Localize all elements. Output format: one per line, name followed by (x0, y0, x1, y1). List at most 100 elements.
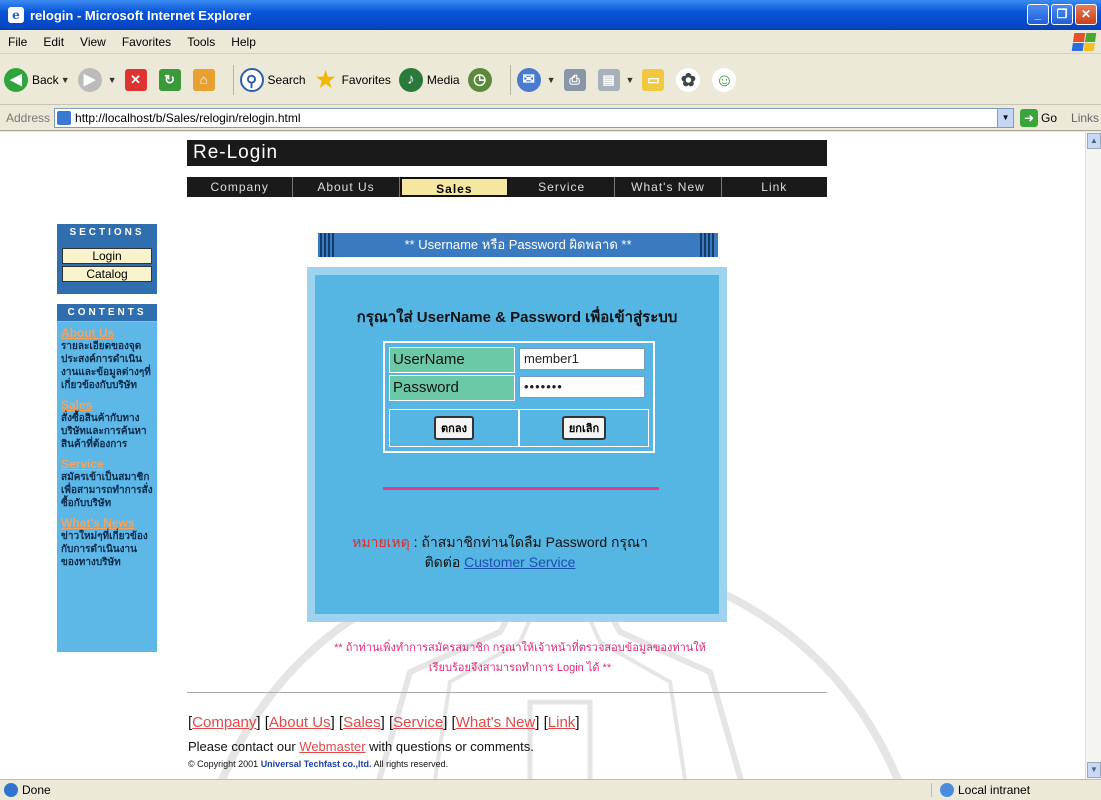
menu-tools[interactable]: Tools (179, 35, 223, 49)
maximize-icon: ❐ (1056, 7, 1068, 21)
stop-button[interactable]: ✕ (124, 68, 151, 91)
minimize-icon: _ (1034, 7, 1042, 21)
footer-link-whats-new[interactable]: What's New (456, 714, 536, 731)
footer-link-link[interactable]: Link (548, 714, 576, 731)
nav-company[interactable]: Company (187, 177, 294, 197)
edit-button[interactable]: ▤ ▼ (597, 68, 634, 91)
research-icon: ✿ (676, 67, 701, 92)
forward-button[interactable]: ▶ ▼ (77, 67, 117, 92)
favorites-button[interactable]: ★ Favorites (314, 66, 391, 92)
banner-stripes (320, 233, 336, 257)
research-button[interactable]: ✿ (676, 67, 704, 92)
scroll-up-icon[interactable]: ▲ (1087, 133, 1101, 149)
forward-arrow-icon: ▶ (77, 67, 102, 92)
contents-box: About Us รายละเอียดของจุดประสงค์การดำเนิ… (57, 322, 157, 652)
contents-desc: สั่งซื้อสินค้ากับทางบริษัทและการค้นหาสิน… (61, 413, 147, 450)
contents-link-whats-news[interactable]: What's News (61, 516, 153, 530)
ie-icon: e (8, 7, 24, 23)
footer-link-sales[interactable]: Sales (343, 714, 381, 731)
mail-button[interactable]: ✉ ▼ (516, 67, 556, 92)
menu-edit[interactable]: Edit (35, 35, 72, 49)
contents-link-about-us[interactable]: About Us (61, 326, 153, 340)
star-icon: ★ (315, 66, 336, 92)
login-prompt: กรุณาใส่ UserName & Password เพื่อเข้าสู… (356, 309, 678, 326)
nav-link[interactable]: Link (722, 177, 827, 197)
footer-link-company[interactable]: Company (192, 714, 256, 731)
back-button[interactable]: ◀ Back ▼ (4, 67, 70, 92)
media-icon: ♪ (398, 67, 423, 92)
security-zone: Local intranet (931, 783, 1091, 797)
copyright: © Copyright 2001 Universal Techfast co.,… (188, 759, 448, 769)
menu-file[interactable]: File (0, 35, 35, 49)
links-button[interactable]: Links (1071, 111, 1099, 125)
scroll-down-icon[interactable]: ▼ (1087, 762, 1101, 778)
address-label: Address (6, 110, 51, 125)
windows-logo-icon (1071, 33, 1097, 51)
menu-view[interactable]: View (72, 35, 114, 49)
error-banner: ** Username หรือ Password ผิดพลาด ** (318, 233, 718, 257)
username-input[interactable]: member1 (519, 348, 645, 370)
nav-about-us[interactable]: About Us (293, 177, 400, 197)
nav-service[interactable]: Service (509, 177, 616, 197)
minimize-button[interactable]: _ (1027, 4, 1049, 25)
go-arrow-icon: ➜ (1020, 108, 1039, 127)
search-icon: ⚲ (239, 67, 264, 92)
footer-link-service[interactable]: Service (393, 714, 443, 731)
home-button[interactable]: ⌂ (192, 68, 219, 91)
refresh-icon: ↻ (158, 68, 181, 91)
folder-button[interactable]: ▭ (642, 68, 668, 91)
password-input[interactable]: ••••••• (519, 376, 645, 398)
search-button[interactable]: ⚲ Search (239, 67, 306, 92)
footer-link-about-us[interactable]: About Us (269, 714, 331, 731)
address-input[interactable]: http://localhost/b/Sales/relogin/relogin… (54, 107, 1015, 128)
customer-service-link[interactable]: Customer Service (464, 554, 575, 570)
back-label: Back (32, 72, 59, 87)
contents-desc: รายละเอียดของจุดประสงค์การดำเนินงานและข้… (61, 341, 151, 391)
page-icon (57, 110, 72, 125)
nav-whats-new[interactable]: What's New (615, 177, 722, 197)
contact-suffix: with questions or comments. (365, 739, 534, 754)
section-catalog[interactable]: Catalog (62, 266, 152, 282)
refresh-button[interactable]: ↻ (158, 68, 185, 91)
history-icon: ◷ (467, 67, 492, 92)
page-header: Re-Login (187, 140, 827, 166)
contents-link-service[interactable]: Service (61, 457, 153, 471)
ie-page-icon (4, 783, 18, 797)
toolbar-separator (509, 64, 511, 95)
close-button[interactable]: ✕ (1075, 4, 1097, 25)
chevron-down-icon[interactable]: ▼ (997, 108, 1014, 127)
password-label: Password (389, 375, 515, 401)
sections-heading: SECTIONS (57, 224, 157, 242)
registration-notice: ** ถ้าท่านเพิ่งทำการสมัครสมาชิก กรุณาให้… (334, 642, 706, 674)
media-button[interactable]: ♪ Media (398, 67, 460, 92)
menu-help[interactable]: Help (223, 35, 264, 49)
toolbar: ◀ Back ▼ ▶ ▼ ✕ ↻ ⌂ ⚲ Search ★ Favorites … (0, 55, 1101, 105)
print-button[interactable]: ⎙ (563, 68, 590, 91)
messenger-button[interactable]: ☺ (712, 67, 740, 92)
contact-prefix: Please contact our (188, 739, 300, 754)
section-login[interactable]: Login (62, 248, 152, 264)
menu-favorites[interactable]: Favorites (114, 35, 179, 49)
contact-line: Please contact our Webmaster with questi… (188, 739, 534, 754)
media-label: Media (426, 72, 460, 87)
remark-label: หมายเหตุ (352, 534, 410, 550)
address-url: http://localhost/b/Sales/relogin/relogin… (75, 110, 301, 125)
vertical-scrollbar[interactable]: ▲ ▼ (1085, 132, 1101, 779)
webmaster-link[interactable]: Webmaster (299, 739, 365, 754)
messenger-icon: ☺ (712, 67, 737, 92)
go-button[interactable]: ➜ Go (1020, 108, 1058, 127)
history-button[interactable]: ◷ (467, 67, 496, 92)
contents-desc: ข่าวใหม่ๆที่เกี่ยวข้องกับการดำเนินงานของ… (61, 531, 148, 568)
ok-button[interactable]: ตกลง (434, 416, 474, 440)
login-panel: กรุณาใส่ UserName & Password เพื่อเข้าสู… (307, 267, 727, 622)
maximize-button[interactable]: ❐ (1051, 4, 1073, 25)
status-text: Done (22, 783, 51, 797)
chevron-down-icon: ▼ (60, 74, 70, 85)
go-label: Go (1041, 110, 1058, 125)
chevron-down-icon: ▼ (546, 74, 556, 85)
chevron-down-icon: ▼ (107, 74, 117, 85)
nav-sales[interactable]: Sales (399, 177, 509, 197)
top-nav: Company About Us Sales Service What's Ne… (187, 177, 827, 197)
cancel-button[interactable]: ยกเลิก (561, 416, 607, 440)
contents-link-sales[interactable]: Sales (61, 398, 153, 412)
